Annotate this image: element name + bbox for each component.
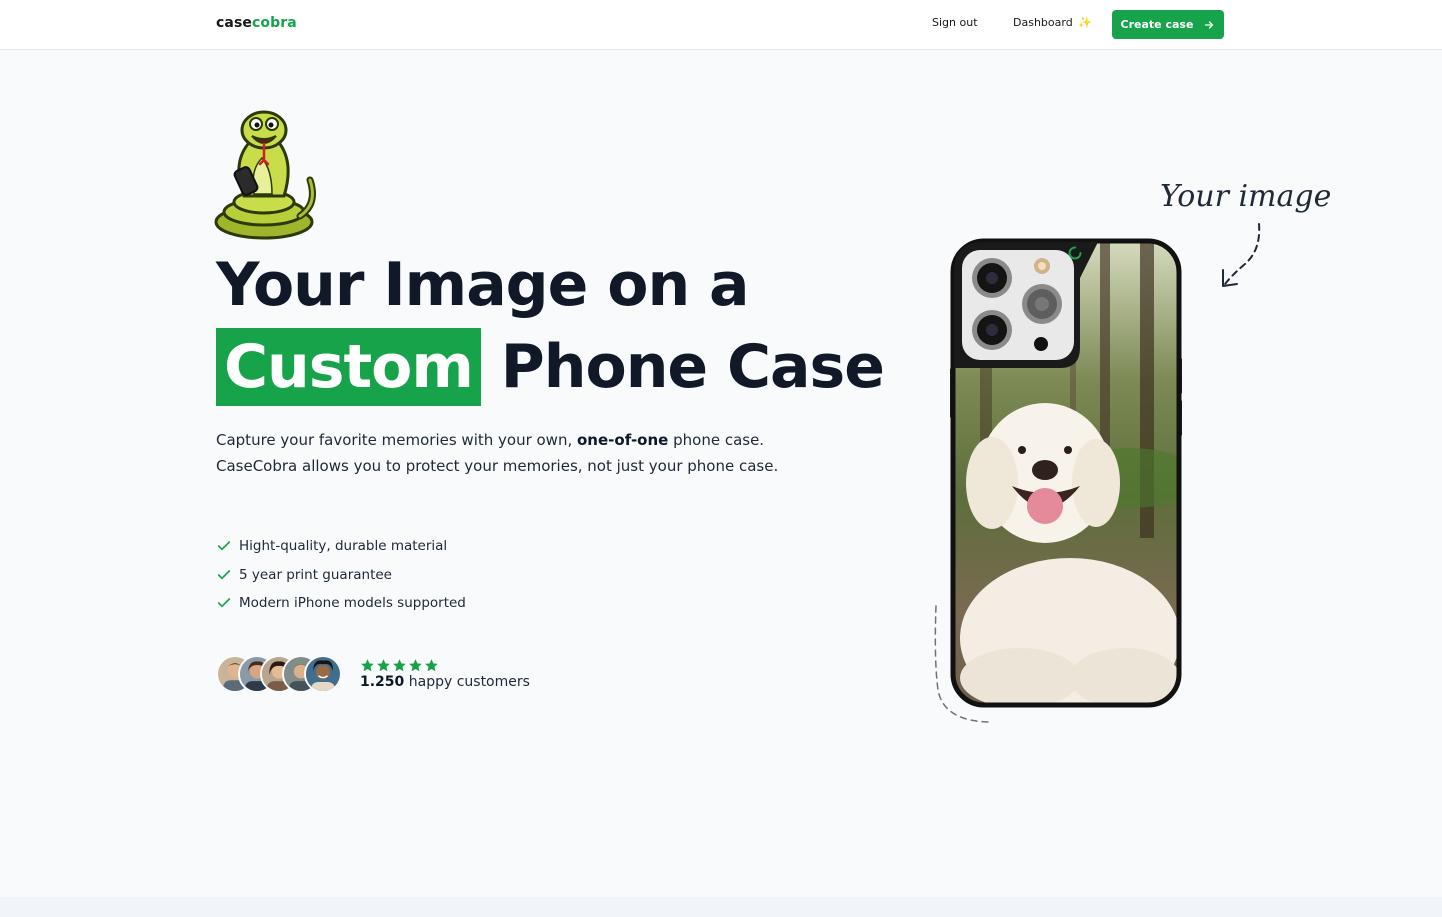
dashboard-label: Dashboard	[1013, 16, 1073, 29]
logo[interactable]: casecobra	[216, 15, 297, 31]
arrow-right-icon	[1205, 20, 1214, 29]
hero-description: Capture your favorite memories with your…	[216, 428, 806, 479]
headline-line-2: Custom Phone Case	[216, 326, 916, 408]
description-part-1: Capture your favorite memories with your…	[216, 431, 577, 449]
loading-spinner-icon	[1068, 246, 1082, 260]
logo-accent: cobra	[251, 15, 297, 31]
navbar: casecobra Sign out Dashboard ✨ Create ca…	[0, 0, 1442, 50]
headline-line-1: Your Image on a	[216, 250, 750, 320]
phone-case-preview	[950, 238, 1182, 708]
create-case-label: Create case	[1120, 18, 1194, 31]
dashboard-link[interactable]: Dashboard ✨	[1013, 16, 1092, 29]
feature-label: 5 year print guarantee	[239, 566, 392, 583]
annotation-text: Your image	[1160, 179, 1331, 214]
headline-rest: Phone Case	[500, 332, 885, 402]
avatar	[304, 655, 342, 693]
customers-label: happy customers	[404, 674, 530, 690]
check-icon	[217, 598, 231, 608]
star-rating	[360, 658, 530, 673]
logo-prefix: case	[216, 15, 252, 31]
sparkles-icon: ✨	[1078, 16, 1092, 29]
star-icon	[361, 659, 374, 672]
customer-avatars	[216, 655, 342, 693]
feature-label: Hight-quality, durable material	[239, 538, 448, 555]
create-case-button[interactable]: Create case	[1112, 10, 1224, 39]
check-icon	[217, 541, 231, 551]
feature-item: 5 year print guarantee	[216, 561, 466, 590]
next-section-edge	[0, 897, 1442, 917]
check-icon	[217, 569, 231, 579]
customers-count-text: 1.250 happy customers	[360, 674, 530, 690]
social-proof: 1.250 happy customers	[216, 654, 530, 694]
snake-mascot-image	[214, 110, 316, 240]
star-icon	[377, 659, 390, 672]
customers-count: 1.250	[360, 674, 405, 690]
rating-block: 1.250 happy customers	[360, 658, 530, 690]
feature-item: Modern iPhone models supported	[216, 589, 466, 618]
star-icon	[425, 659, 438, 672]
star-icon	[393, 659, 406, 672]
description-bold: one-of-one	[577, 431, 669, 449]
headline-highlight: Custom	[216, 328, 481, 406]
feature-label: Modern iPhone models supported	[239, 595, 466, 612]
feature-list: Hight-quality, durable material 5 year p…	[216, 532, 466, 618]
star-icon	[409, 659, 422, 672]
annotation-arrow-icon	[1222, 223, 1261, 287]
feature-item: Hight-quality, durable material	[216, 532, 466, 561]
sign-out-link[interactable]: Sign out	[932, 16, 978, 29]
hero-headline: Your Image on a Custom Phone Case	[216, 244, 916, 408]
